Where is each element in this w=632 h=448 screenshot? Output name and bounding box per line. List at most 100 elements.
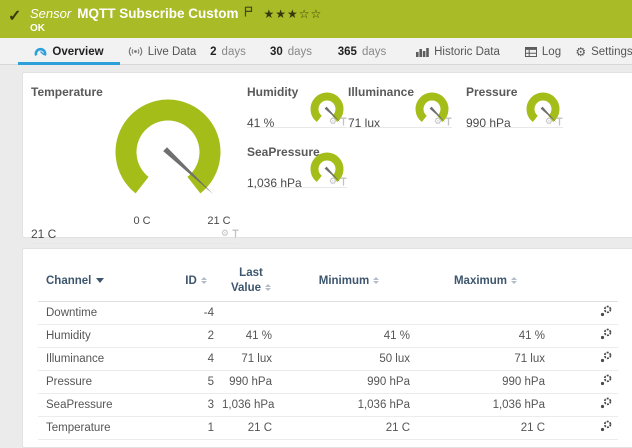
table-row: SeaPressure 3 1,036 hPa 1,036 hPa 1,036 … (38, 393, 618, 416)
tab-30-days[interactable]: 30 days (262, 38, 320, 65)
gauge-tile-seapressure[interactable]: SeaPressure 1,036 hPa ⚙ (247, 141, 347, 188)
last-value-cell: 41 % (222, 324, 280, 347)
table-row: Downtime -4 (38, 301, 618, 324)
pin-icon[interactable] (556, 117, 563, 126)
gauge-title: Humidity (247, 85, 298, 99)
channel-id-cell: 4 (170, 347, 222, 370)
tab-settings[interactable]: ⚙ Settings (572, 38, 632, 65)
tab-live-data[interactable]: Live Data (122, 38, 202, 65)
tab-2-days[interactable]: 2 days (202, 38, 254, 65)
channel-name-cell: Downtime (38, 301, 170, 324)
table-row: Temperature 1 21 C 21 C 21 C (38, 416, 618, 439)
channel-settings-icon[interactable] (600, 397, 612, 409)
channel-name-cell: Illuminance (38, 347, 170, 370)
channel-name-cell: SeaPressure (38, 393, 170, 416)
gauge-value: 1,036 hPa (247, 176, 302, 190)
channel-settings-icon[interactable] (600, 328, 612, 340)
status-badge: OK (30, 23, 45, 34)
column-header-actions (553, 261, 618, 301)
maximum-cell: 21 C (418, 416, 553, 439)
pin-icon[interactable] (340, 177, 347, 186)
last-value-cell: 1,036 hPa (222, 393, 280, 416)
maximum-cell: 41 % (418, 324, 553, 347)
column-header-channel[interactable]: Channel (38, 261, 170, 301)
tab-365-days[interactable]: 365 days (330, 38, 394, 65)
channel-table: Channel ID Last Value Minimum Maximum (38, 261, 618, 440)
tab-log[interactable]: Log (520, 38, 566, 65)
gauge-title: Temperature (31, 85, 103, 99)
page-title: MQTT Subscribe Custom (77, 6, 238, 21)
minimum-cell: 1,036 hPa (280, 393, 418, 416)
maximum-cell: 1,036 hPa (418, 393, 553, 416)
sort-icon (373, 277, 379, 284)
table-row: Pressure 5 990 hPa 990 hPa 990 hPa (38, 370, 618, 393)
channel-name-cell: Humidity (38, 324, 170, 347)
rating-stars[interactable]: ★★★☆☆ (263, 7, 322, 21)
table-row: Humidity 2 41 % 41 % 41 % (38, 324, 618, 347)
channel-table-body: Downtime -4 Humidity 2 41 % 41 % 41 % Il… (38, 301, 618, 439)
tab-historic-data[interactable]: Historic Data (412, 38, 504, 65)
minimum-cell: 21 C (280, 416, 418, 439)
column-header-maximum[interactable]: Maximum (418, 261, 553, 301)
channel-gear-icon[interactable]: ⚙ (329, 177, 337, 186)
last-value-cell: 21 C (222, 416, 280, 439)
channel-gear-icon[interactable]: ⚙ (545, 117, 553, 126)
channel-table-panel: Channel ID Last Value Minimum Maximum (22, 248, 632, 448)
channel-gear-icon[interactable]: ⚙ (434, 117, 442, 126)
maximum-cell: 990 hPa (418, 370, 553, 393)
minimum-cell: 50 lux (280, 347, 418, 370)
last-value-cell: 990 hPa (222, 370, 280, 393)
gauge-value: 990 hPa (466, 116, 511, 130)
channel-gear-icon[interactable]: ⚙ (221, 229, 229, 238)
channel-settings-icon[interactable] (600, 305, 612, 317)
sort-icon (511, 277, 517, 284)
maximum-cell: 71 lux (418, 347, 553, 370)
ok-check-icon: ✓ (8, 6, 21, 26)
sort-icon (201, 277, 207, 284)
channel-name-cell: Pressure (38, 370, 170, 393)
channel-gear-icon[interactable]: ⚙ (329, 117, 337, 126)
gauge-tile-temperature[interactable]: Temperature 0 C 21 C 21 C ⚙ (31, 81, 239, 233)
gauge-tile-humidity[interactable]: Humidity 41 % ⚙ (247, 81, 347, 128)
sort-desc-icon (96, 278, 104, 283)
gear-icon: ⚙ (575, 46, 586, 58)
gauge-max-label: 21 C (199, 215, 239, 227)
last-value-cell: 71 lux (222, 347, 280, 370)
channel-id-cell: -4 (170, 301, 222, 324)
tab-overview[interactable]: Overview (18, 38, 120, 65)
bar-chart-icon (416, 47, 429, 57)
column-header-id[interactable]: ID (170, 261, 222, 301)
gauge-title: Illuminance (348, 85, 414, 99)
gauge-tile-pressure[interactable]: Pressure 990 hPa ⚙ (466, 81, 563, 128)
gauge-value: 71 lux (348, 116, 380, 130)
channel-id-cell: 1 (170, 416, 222, 439)
sensor-banner: ✓ Sensor MQTT Subscribe Custom ★★★☆☆ OK (0, 0, 632, 38)
minimum-cell: 41 % (280, 324, 418, 347)
table-icon (525, 47, 537, 57)
tile-divider (31, 243, 239, 244)
column-header-minimum[interactable]: Minimum (280, 261, 418, 301)
priority-flag-icon[interactable] (244, 6, 253, 17)
table-row: Illuminance 4 71 lux 50 lux 71 lux (38, 347, 618, 370)
pin-icon[interactable] (232, 229, 239, 238)
minimum-cell: 990 hPa (280, 370, 418, 393)
last-value-cell (222, 301, 280, 324)
antenna-icon (128, 46, 143, 57)
gauge-value: 41 % (247, 116, 274, 130)
object-kind-label: Sensor (30, 6, 71, 21)
channel-id-cell: 5 (170, 370, 222, 393)
channel-settings-icon[interactable] (600, 420, 612, 432)
gauge-tile-illuminance[interactable]: Illuminance 71 lux ⚙ (348, 81, 452, 128)
pin-icon[interactable] (340, 117, 347, 126)
channel-settings-icon[interactable] (600, 351, 612, 363)
column-header-last-value[interactable]: Last Value (222, 261, 280, 301)
channel-settings-icon[interactable] (600, 374, 612, 386)
gauge-title: Pressure (466, 85, 517, 99)
gauge-value: 21 C (31, 227, 56, 241)
pin-icon[interactable] (445, 117, 452, 126)
minimum-cell (280, 301, 418, 324)
channel-id-cell: 3 (170, 393, 222, 416)
channel-id-cell: 2 (170, 324, 222, 347)
tab-bar: Overview Live Data 2 days 30 days 365 da… (0, 38, 632, 65)
channel-name-cell: Temperature (38, 416, 170, 439)
